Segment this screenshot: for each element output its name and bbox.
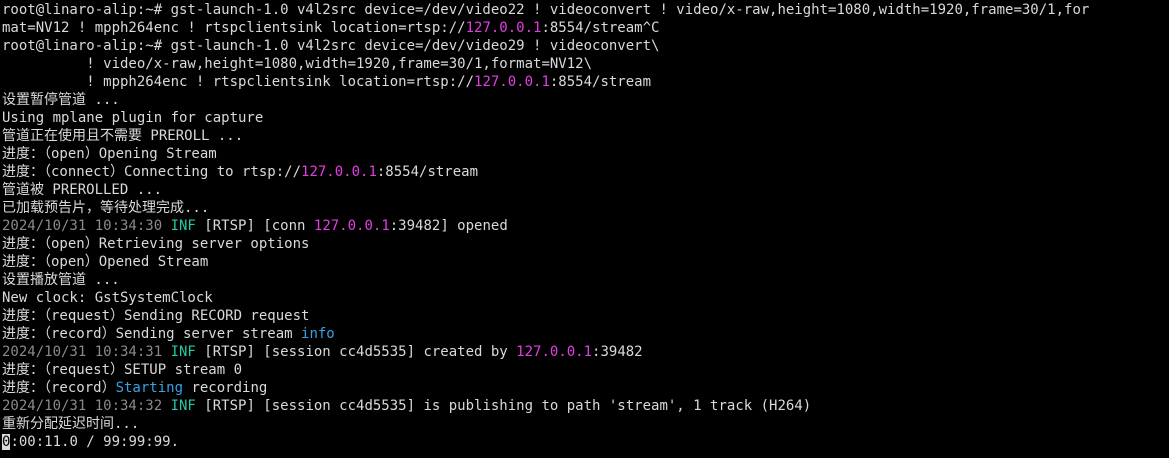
terminal-text: 已加载预告片，等待处理完成...	[2, 200, 210, 216]
log-timestamp: 2024/10/31 10:34:31	[2, 344, 171, 360]
terminal-line: 进度：（open）Retrieving server options	[2, 235, 1169, 253]
terminal-text: 进度：（open）Opening Stream	[2, 146, 217, 162]
log-level: INF	[170, 344, 196, 360]
terminal-line: 进度：（record）Sending server stream info	[2, 325, 1169, 343]
terminal-text: root@linaro-alip:~# gst-launch-1.0 v4l2s…	[2, 38, 660, 54]
terminal-line: New clock: GstSystemClock	[2, 289, 1169, 307]
log-level: INF	[170, 398, 196, 414]
terminal-line: mat=NV12 ! mpph264enc ! rtspclientsink l…	[2, 19, 1169, 37]
terminal-text: 重新分配延迟时间...	[2, 416, 140, 432]
terminal-line: 进度：（request）SETUP stream 0	[2, 361, 1169, 379]
terminal-text: recording	[183, 380, 268, 396]
terminal-text: :8554/stream^C	[541, 20, 660, 36]
terminal-line: 设置播放管道 ...	[2, 271, 1169, 289]
terminal-line: 进度：（open）Opened Stream	[2, 253, 1169, 271]
terminal-line: ! mpph264enc ! rtspclientsink location=r…	[2, 73, 1169, 91]
ip-address: 127.0.0.1	[474, 74, 550, 90]
terminal-text: :8554/stream	[376, 164, 479, 180]
terminal-line: 管道正在使用且不需要 PREROLL ...	[2, 127, 1169, 145]
terminal-line: 进度：（request）Sending RECORD request	[2, 307, 1169, 325]
terminal-line: 已加载预告片，等待处理完成...	[2, 199, 1169, 217]
terminal-text: :00:11.0 / 99:99:99.	[10, 434, 180, 450]
terminal-text: mat=NV12 ! mpph264enc ! rtspclientsink l…	[2, 20, 466, 36]
terminal-line: ! video/x-raw,height=1080,width=1920,fra…	[2, 55, 1169, 73]
terminal-text: [RTSP] [session cc4d5535] is publishing …	[195, 398, 812, 414]
terminal-text: 进度：（open）Opened Stream	[2, 254, 209, 270]
terminal-text: 进度：（record）	[2, 380, 116, 396]
terminal-line: root@linaro-alip:~# gst-launch-1.0 v4l2s…	[2, 1, 1169, 19]
terminal-line: root@linaro-alip:~# gst-launch-1.0 v4l2s…	[2, 37, 1169, 55]
log-level: INF	[170, 218, 196, 234]
terminal-text: Using mplane plugin for capture	[2, 110, 264, 126]
terminal-line: 2024/10/31 10:34:32 INF [RTSP] [session …	[2, 397, 1169, 415]
terminal-line: 管道被 PREROLLED ...	[2, 181, 1169, 199]
terminal-text: :39482] opened	[389, 218, 508, 234]
terminal-line: 0:00:11.0 / 99:99:99.	[2, 433, 1169, 451]
terminal-line: Using mplane plugin for capture	[2, 109, 1169, 127]
terminal-text: [RTSP] [conn	[195, 218, 314, 234]
terminal-text: [RTSP] [session cc4d5535] created by	[195, 344, 517, 360]
terminal-text: 管道正在使用且不需要 PREROLL ...	[2, 128, 244, 144]
highlight-keyword: Starting	[115, 380, 184, 396]
terminal-text: 设置暂停管道 ...	[2, 92, 120, 108]
terminal-text: 进度：（connect）Connecting to rtsp://	[2, 164, 302, 180]
terminal-line: 2024/10/31 10:34:31 INF [RTSP] [session …	[2, 343, 1169, 361]
ip-address: 127.0.0.1	[465, 20, 542, 36]
terminal-line: 2024/10/31 10:34:30 INF [RTSP] [conn 127…	[2, 217, 1169, 235]
highlight-keyword: info	[301, 326, 335, 342]
terminal-text: 进度：（request）SETUP stream 0	[2, 362, 243, 378]
log-timestamp: 2024/10/31 10:34:30	[2, 218, 171, 234]
log-timestamp: 2024/10/31 10:34:32	[2, 398, 171, 414]
terminal-text: 进度：（request）Sending RECORD request	[2, 308, 310, 324]
ip-address: 127.0.0.1	[301, 164, 377, 180]
terminal-text: ! mpph264enc ! rtspclientsink location=r…	[2, 74, 475, 90]
terminal-line: 重新分配延迟时间...	[2, 415, 1169, 433]
terminal-line: 进度：（open）Opening Stream	[2, 145, 1169, 163]
terminal-line: 设置暂停管道 ...	[2, 91, 1169, 109]
ip-address: 127.0.0.1	[313, 218, 390, 234]
terminal-text: 设置播放管道 ...	[2, 272, 120, 288]
terminal-text: root@linaro-alip:~# gst-launch-1.0 v4l2s…	[2, 2, 1090, 18]
terminal-text: ! video/x-raw,height=1080,width=1920,fra…	[2, 56, 593, 72]
terminal-line: 进度：（record）Starting recording	[2, 379, 1169, 397]
ip-address: 127.0.0.1	[516, 344, 593, 360]
terminal-text: New clock: GstSystemClock	[2, 290, 213, 306]
terminal-output[interactable]: root@linaro-alip:~# gst-launch-1.0 v4l2s…	[0, 0, 1169, 458]
terminal-text: :39482	[592, 344, 643, 360]
terminal-text: 进度：（record）Sending server stream	[2, 326, 302, 342]
terminal-text: 管道被 PREROLLED ...	[2, 182, 163, 198]
terminal-text: :8554/stream	[549, 74, 652, 90]
terminal-text: 进度：（open）Retrieving server options	[2, 236, 310, 252]
terminal-line: 进度：（connect）Connecting to rtsp://127.0.0…	[2, 163, 1169, 181]
